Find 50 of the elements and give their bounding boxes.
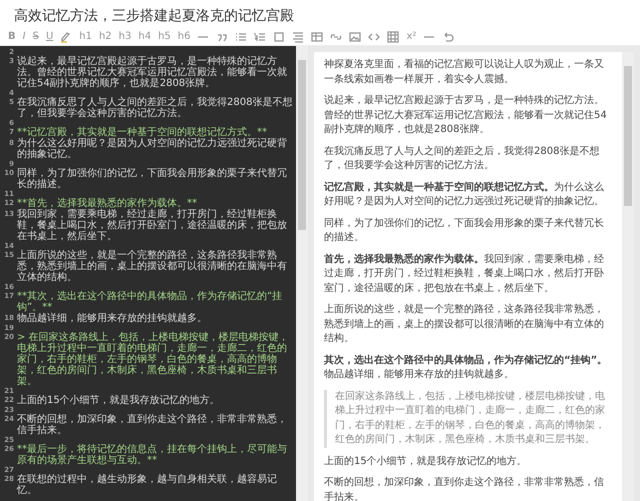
highlight-icon[interactable] — [60, 30, 72, 42]
format-button[interactable]: h5 — [158, 32, 171, 42]
numbered-list-icon[interactable] — [254, 30, 266, 42]
format-button[interactable]: h2 — [98, 32, 112, 42]
code-line: **首先，选择我最熟悉的家作为载体。** — [17, 198, 197, 209]
paragraph: 在我沉痛反思了人与人之间的差距之后，我觉得2808张是不想了，但我要学会这种厉害的记忆方法。 — [324, 144, 600, 173]
format-button[interactable]: h3 — [118, 32, 132, 42]
format-button[interactable]: U — [46, 32, 54, 42]
image-icon[interactable] — [349, 30, 362, 42]
format-button[interactable]: x² — [406, 32, 416, 42]
scrollbar[interactable] — [622, 52, 634, 501]
code-line: **记忆宫殿，其实就是一种基于空间的联想记忆方式。** — [17, 127, 268, 138]
code-line: 不断的回想，加深印象，直到你走这个路径，非常非常熟悉，信手拈来。 — [17, 414, 288, 436]
paragraph: 神探夏洛克里面，看福的记忆宫殿可以说让人叹为观止，一条又一条线索如画卷一样展开，着实令人震撼。 — [324, 58, 605, 86]
code-line: > 在回家这条路线上，包括，上楼电梯按键，楼层电梯按键，电梯上升过程中一直盯着的电梯门，走廊一，走廊二，红色的家门，右手的鞋柜，左手的钢琴，白色的餐桌，高高的博物架，红色的房间门，木制床，黑色座椅，木质书桌和三层书架。 — [17, 332, 290, 387]
code-line: 为什么这么好用呢？是因为人对空间的记忆力远强过死记硬背的抽象记忆。 — [17, 138, 288, 160]
paragraph: 记忆宫殿，其实就是一种基于空间的联想记忆方式。为什么这么好用呢？是因为人对空间的记忆力远强过死记硬背的抽象记忆。 — [324, 180, 605, 209]
format-button[interactable]: I — [22, 32, 26, 42]
code-line: 同样，为了加强你们的记忆，下面我会用形象的栗子来代替冗长的描述。 — [17, 168, 288, 190]
code-line: 在我沉痛反思了人与人之间的差距之后，我觉得2808张是不想了，但我要学会这种厉害的记忆方法。 — [17, 97, 294, 119]
align-icon[interactable] — [292, 30, 304, 42]
bullet-list-icon[interactable] — [235, 30, 248, 42]
square-icon[interactable] — [273, 30, 286, 42]
blockquote: 在回家这条路线上，包括，上楼电梯按键，楼层电梯按键，电梯上升过程中一直盯着的电梯门，走廊一，走廊二，红色的家门，右手的鞋柜，左手的钢琴，白色的餐桌，高高的博物架，红色的房间门，木制床，黑色座椅，木质书桌和三层书架。 — [324, 390, 612, 448]
paragraph: 其次，选出在这个路径中的具体物品，作为存储记忆的“挂钩”。物品越详细，能够用来存放的挂钩就越多。 — [324, 354, 608, 382]
code-line: **其次，选出在这个路径中的具体物品，作为存储记忆的“挂钩”。** — [17, 291, 284, 313]
code-icon[interactable] — [368, 30, 380, 42]
format-button[interactable]: S — [32, 32, 39, 42]
document-title: 高效记忆方法，三步搭建起夏洛克的记忆宫殿 — [13, 7, 295, 26]
format-button[interactable]: h1 — [79, 32, 92, 42]
format-button[interactable]: B — [8, 32, 16, 42]
undo-icon[interactable] — [442, 30, 454, 42]
code-line: 上面的15个小细节，就是我存放记忆的地方。 — [17, 395, 221, 406]
paragraph: 不断的回想，加深印象，直到你走这个路径，非常非常熟悉，信手拈来。 — [324, 476, 605, 501]
format-button[interactable]: h6 — [178, 32, 190, 42]
code-line: 物品越详细，能够用来存放的挂钩就越多。 — [17, 313, 208, 324]
scrollbar[interactable] — [296, 46, 308, 501]
paragraph: 上面的15个小细节，就是我存放记忆的地方。 — [324, 454, 528, 468]
code-line: 说起来，最早记忆宫殿起源于古罗马，是一种特殊的记忆方法。曾经的世界记忆大赛冠军运用记忆宫殿法，能够看一次就记住54副扑克牌的顺序，也就是2808张牌。 — [17, 56, 288, 89]
paragraph: 同样，为了加强你们的记忆，下面我会用形象的栗子来代替冗长的描述。 — [324, 216, 605, 245]
table-icon[interactable] — [311, 30, 324, 42]
code-line: **最后一步，将待记忆的信息点，挂在每个挂钩上，尽可能与原有的场景产生联想与互动。** — [17, 444, 288, 466]
paragraph: 首先，选择我最熟悉的家作为载体。我回到家，需要乘电梯，经过走廊，打开房门，经过鞋柜换鞋，餐桌上喝口水，然后打开卧室门，途径温暖的床，把包放在书桌上，然后坐下。 — [324, 252, 605, 296]
paragraph: 说起来，最早记忆宫殿起源于古罗马，是一种特殊的记忆方法。曾经的世界记忆大赛冠军运用记忆宫殿法，能够看一次就记住54副扑克牌的顺序，也就是2808张牌。 — [324, 94, 608, 137]
code-line: 上面所说的这些，就是一个完整的路径，这条路径我非常熟悉，熟悉到墙上的画，桌上的摆设都可以很清晰的在脑海中有立体的结构。 — [17, 250, 288, 283]
code-line: 在联想的过程中，越生动形象，越与自身相关联，越容易记忆。 — [17, 474, 278, 496]
grid-icon[interactable] — [387, 30, 400, 42]
paragraph: 上面所说的这些，就是一个完整的路径，这条路径我非常熟悉，熟悉到墙上的画，桌上的摆设都可以很清晰的在脑海中有立体的结构。 — [324, 303, 605, 346]
code-line: 我回到家，需要乘电梯，经过走廊，打开房门，经过鞋柜换鞋，餐桌上喝口水，然后打开卧室门，途径温暖的床，把包放在书桌上，然后坐下。 — [17, 209, 288, 242]
format-button[interactable]: h4 — [138, 32, 152, 42]
